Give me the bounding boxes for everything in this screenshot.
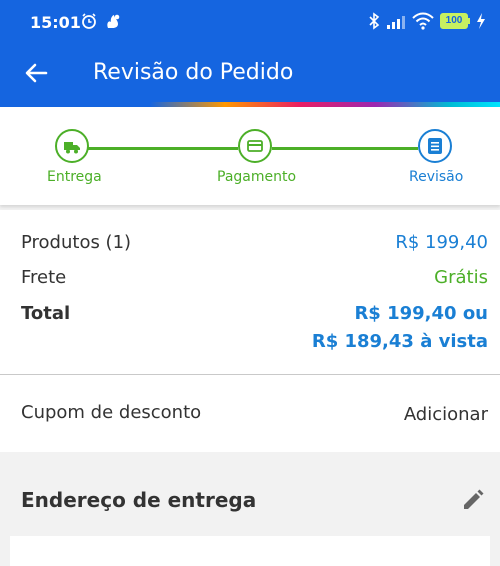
step-label-pagamento: Pagamento (217, 169, 297, 185)
coupon-add-button[interactable]: Adicionar (404, 404, 488, 425)
step-pagamento[interactable] (238, 129, 272, 163)
status-bar: 15:01 100 (0, 0, 500, 44)
status-time: 15:01 (30, 13, 81, 32)
products-value: R$ 199,40 (395, 232, 488, 253)
bluetooth-icon (368, 12, 380, 35)
wifi-icon (412, 12, 434, 35)
arrow-back-icon[interactable] (22, 59, 50, 87)
coupon-label: Cupom de desconto (21, 402, 202, 423)
address-card[interactable] (10, 536, 490, 566)
battery-tip (468, 18, 470, 24)
step-revisao[interactable] (418, 129, 452, 163)
battery-icon: 100 (440, 13, 468, 29)
checkout-stepper: Entrega Pagamento Revisão (0, 107, 500, 205)
alarm-icon (80, 12, 98, 35)
shipping-label: Frete (21, 267, 67, 288)
step-entrega[interactable] (55, 129, 89, 163)
order-summary: Produtos (1) R$ 199,40 Frete Grátis Tota… (0, 210, 500, 375)
step-connector-1 (88, 147, 238, 150)
charging-icon (476, 13, 486, 34)
products-label: Produtos (1) (21, 232, 132, 253)
total-value-cash: R$ 189,43 à vista (311, 331, 488, 352)
delivery-address-section: Endereço de entrega (0, 452, 500, 566)
pencil-icon[interactable] (460, 486, 486, 517)
coupon-row[interactable]: Cupom de desconto Adicionar (0, 375, 500, 452)
signal-icon (386, 14, 406, 35)
page-title: Revisão do Pedido (93, 60, 294, 85)
step-connector-2 (272, 147, 418, 150)
total-value-installment: R$ 199,40 ou (354, 303, 488, 324)
step-label-revisao: Revisão (409, 169, 464, 185)
app-notification-icon (104, 12, 122, 35)
step-label-entrega: Entrega (47, 169, 102, 185)
total-label: Total (21, 303, 71, 324)
app-bar: Revisão do Pedido (0, 44, 500, 102)
address-title: Endereço de entrega (21, 488, 257, 512)
shipping-value: Grátis (434, 267, 488, 288)
